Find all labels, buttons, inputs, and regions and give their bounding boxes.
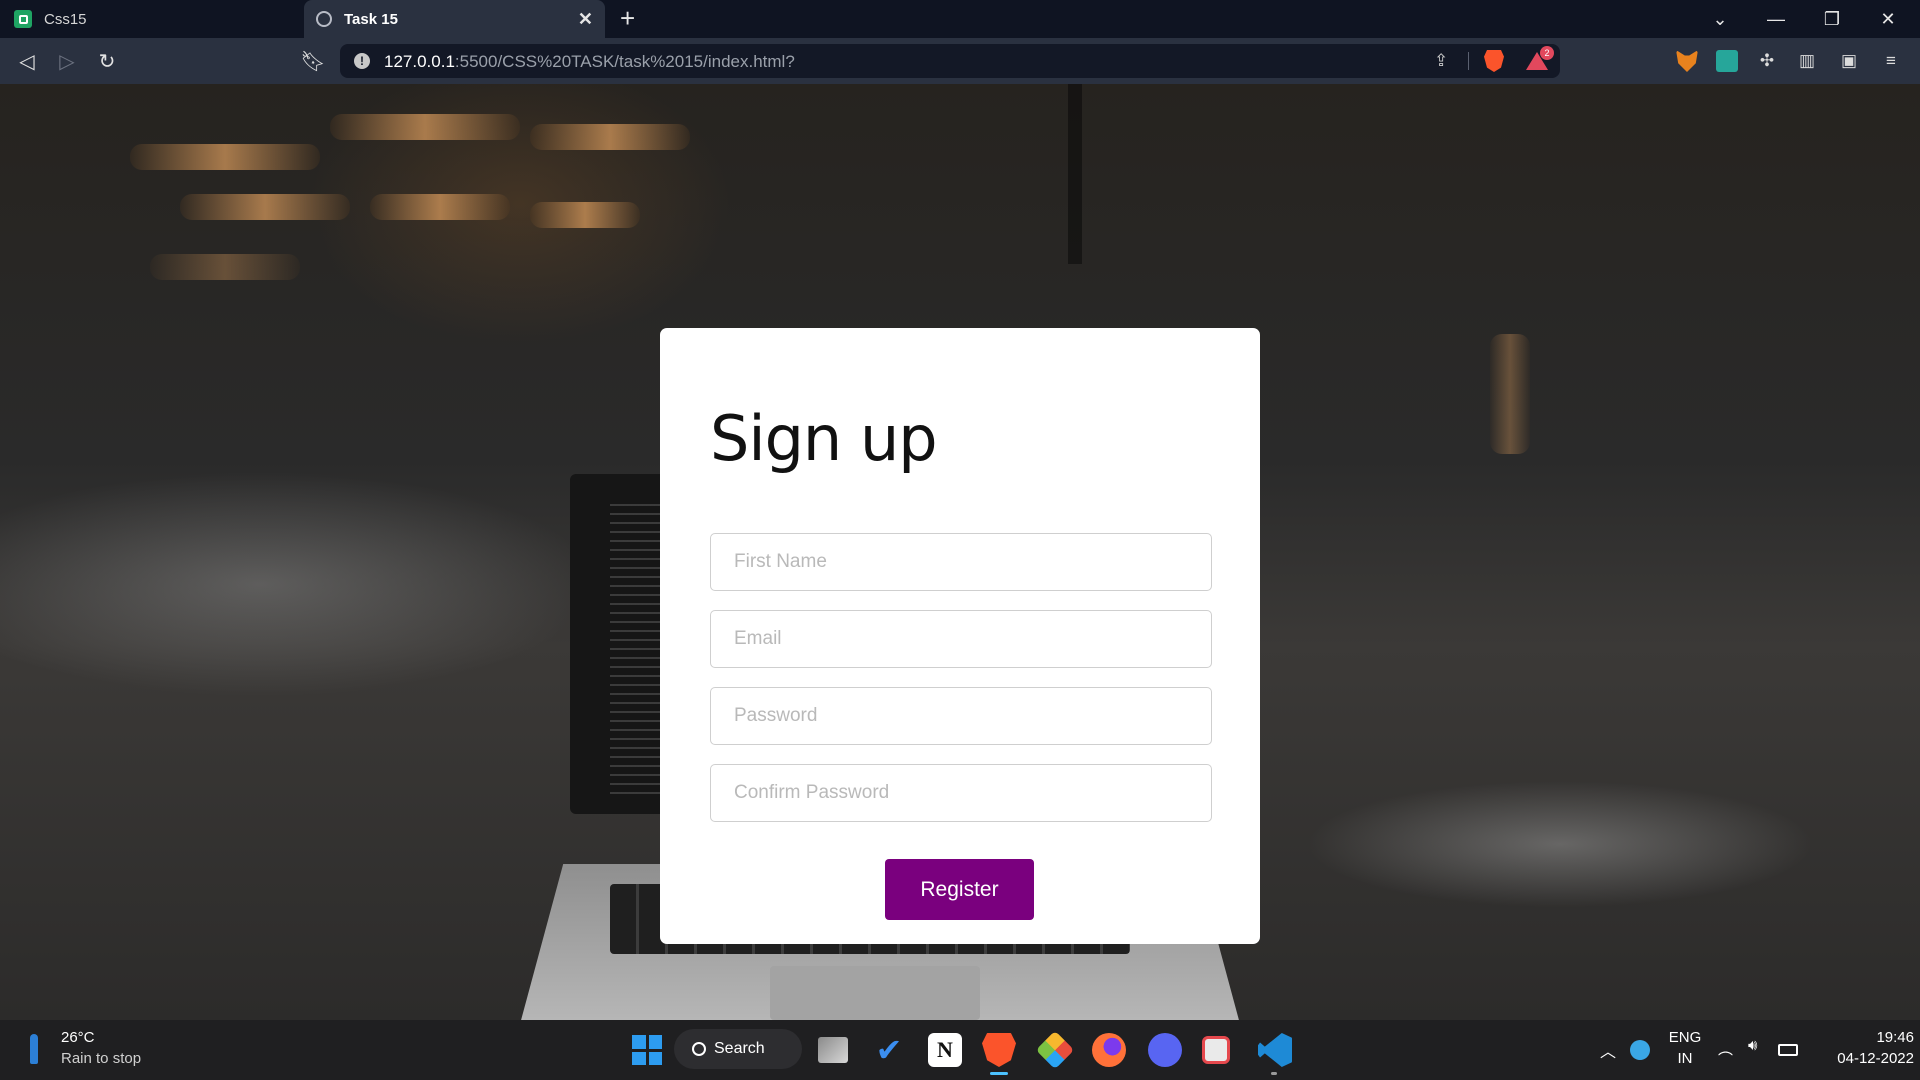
tab-task-15[interactable]: Task 15 ✕ — [304, 0, 605, 38]
back-icon[interactable]: ◁ — [14, 48, 40, 74]
close-window-button[interactable]: ✕ — [1860, 0, 1916, 38]
password-input[interactable] — [710, 687, 1212, 745]
wifi-icon[interactable]: ︵ — [1718, 1038, 1733, 1059]
background-window-light — [330, 114, 520, 140]
laptop-code-lines — [610, 504, 660, 794]
discord-icon[interactable] — [1148, 1033, 1182, 1067]
task-view-icon[interactable] — [818, 1037, 848, 1063]
page-background: Sign up Register — [0, 84, 1920, 1020]
close-tab-icon[interactable]: ✕ — [578, 9, 593, 30]
share-icon[interactable]: ⇪ — [1434, 51, 1454, 71]
battery-icon[interactable] — [1778, 1044, 1798, 1056]
first-name-input[interactable] — [710, 533, 1212, 591]
weather-temperature[interactable]: 26°C — [61, 1029, 95, 1046]
start-icon[interactable] — [630, 1033, 664, 1067]
volume-icon[interactable]: 🔊︎ — [1748, 1037, 1757, 1054]
clock-app-icon[interactable] — [1630, 1040, 1650, 1060]
notion-icon[interactable]: N — [928, 1033, 962, 1067]
tab-title: Task 15 — [344, 10, 398, 28]
extensions-puzzle-icon[interactable]: ✣ — [1756, 50, 1778, 72]
running-app-indicator — [1271, 1072, 1277, 1075]
background-window-light — [530, 124, 690, 150]
brave-icon[interactable] — [982, 1033, 1016, 1067]
browser-tab-bar: Css15 Task 15 ✕ + ⌄ — ❐ ✕ — [0, 0, 1920, 38]
address-bar[interactable]: ! 127.0.0.1:5500/CSS%20TASK/task%2015/in… — [340, 44, 1560, 78]
rain-weather-icon[interactable] — [30, 1034, 38, 1064]
register-button[interactable]: Register — [885, 859, 1034, 920]
tab-title: Css15 — [44, 10, 87, 28]
site-info-icon[interactable]: ! — [354, 53, 370, 69]
search-label: Search — [714, 1040, 765, 1057]
signup-card: Sign up Register — [660, 328, 1260, 944]
wallet-icon[interactable]: ▣ — [1838, 50, 1860, 72]
menu-icon[interactable]: ≡ — [1880, 50, 1902, 72]
clock-time[interactable]: 19:46 — [1814, 1029, 1914, 1046]
laptop-trackpad-image — [770, 966, 980, 1020]
taskbar: 26°C Rain to stop Search ✔ N ︿ ENG IN ︵ … — [0, 1020, 1920, 1080]
email-input[interactable] — [710, 610, 1212, 668]
show-hidden-icons-chevron-icon[interactable]: ︿ — [1600, 1038, 1616, 1062]
reload-icon[interactable]: ↻ — [94, 48, 120, 74]
snipping-tool-icon[interactable] — [1202, 1036, 1230, 1064]
language-region[interactable]: IN — [1668, 1050, 1702, 1067]
background-window-light — [530, 202, 640, 228]
signup-title: Sign up — [710, 402, 938, 475]
background-window-light — [180, 194, 350, 220]
minimize-button[interactable]: — — [1748, 0, 1804, 38]
background-window-light — [370, 194, 510, 220]
new-tab-button[interactable]: + — [620, 4, 635, 32]
forward-icon[interactable]: ▷ — [54, 48, 80, 74]
weather-description[interactable]: Rain to stop — [61, 1050, 141, 1067]
taskbar-search-button[interactable]: Search — [674, 1029, 802, 1069]
restore-button[interactable]: ❐ — [1804, 0, 1860, 38]
search-icon — [692, 1042, 706, 1056]
git-icon[interactable] — [1035, 1030, 1075, 1070]
firefox-icon[interactable] — [1092, 1033, 1126, 1067]
language-code[interactable]: ENG — [1668, 1029, 1702, 1046]
vscode-icon[interactable] — [1258, 1033, 1292, 1067]
globe-icon — [316, 11, 332, 27]
background-window-light — [150, 254, 300, 280]
sidebar-icon[interactable]: ▥ — [1796, 50, 1818, 72]
background-window-light — [130, 144, 320, 170]
sheets-icon — [14, 10, 32, 28]
mail-extension-icon[interactable] — [1716, 50, 1738, 72]
bookmark-icon[interactable]: 🔖︎ — [300, 48, 326, 74]
background-window-light — [1490, 334, 1530, 454]
active-app-indicator — [990, 1072, 1008, 1075]
browser-toolbar: ◁ ▷ ↻ 🔖︎ ! 127.0.0.1:5500/CSS%20TASK/tas… — [0, 38, 1920, 84]
brave-shields-icon[interactable] — [1484, 50, 1504, 72]
confirm-password-input[interactable] — [710, 764, 1212, 822]
todo-icon[interactable]: ✔ — [872, 1033, 906, 1067]
clock-date[interactable]: 04-12-2022 — [1814, 1050, 1914, 1067]
url-text: 127.0.0.1:5500/CSS%20TASK/task%2015/inde… — [384, 52, 795, 71]
rewards-badge: 2 — [1540, 46, 1554, 60]
tab-search-chevron-icon[interactable]: ⌄ — [1692, 0, 1748, 38]
background-post — [1068, 84, 1082, 264]
tab-css15[interactable]: Css15 — [0, 0, 304, 38]
divider — [1468, 52, 1469, 70]
metamask-icon[interactable] — [1676, 50, 1698, 72]
